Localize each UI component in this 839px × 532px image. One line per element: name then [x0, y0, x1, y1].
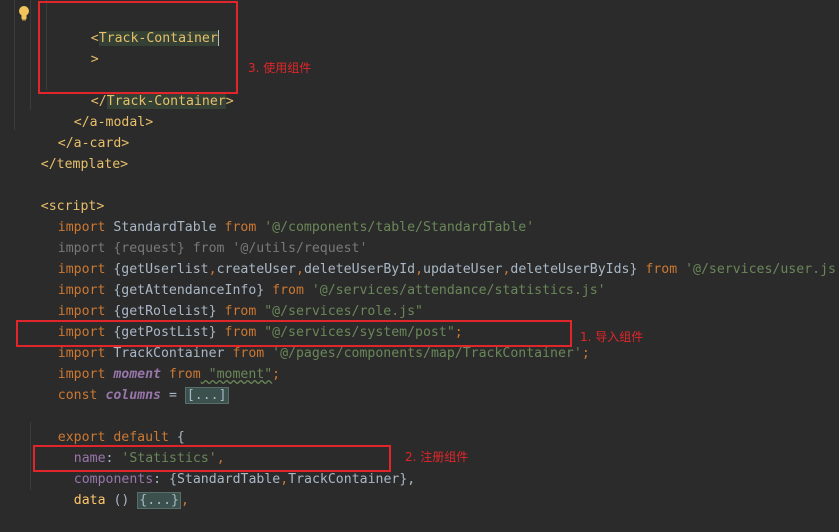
code-token: ,	[181, 493, 189, 508]
code-line: </template>	[9, 133, 128, 172]
code-token: ;	[581, 346, 590, 361]
code-line: const columns = [...]	[26, 364, 229, 404]
code-line: import {getRolelist} from "@/services/ro…	[26, 280, 423, 319]
code-editor[interactable]: <Track-Container > </Track-Container> </…	[0, 0, 839, 509]
annotation-register: 2. 注册组件	[405, 450, 469, 464]
code-token: </template>	[40, 157, 129, 172]
code-token: columns	[97, 388, 161, 403]
code-token: >	[225, 94, 234, 109]
indent-guide	[14, 0, 15, 130]
code-line: import StandardTable from '@/components/…	[26, 196, 534, 235]
code-token: '@/pages/components/map/TrackContainer'	[264, 346, 582, 361]
code-token: '@/services/user.js'	[677, 262, 839, 277]
code-token: ;	[272, 367, 281, 382]
code-token: =	[161, 388, 185, 403]
code-line: export default {	[26, 406, 185, 445]
code-line: import {getAttendanceInfo} from '@/servi…	[26, 259, 606, 298]
code-token: ,	[280, 472, 289, 487]
code-line: import {getUserlist,createUser,deleteUse…	[26, 238, 839, 277]
code-token: TrackContainer},	[288, 472, 416, 487]
code-line: data () {...},	[42, 469, 189, 509]
folded-region[interactable]: [...]	[184, 387, 229, 404]
annotation-box-register	[33, 445, 391, 472]
code-token: const	[57, 388, 98, 403]
annotation-use: 3. 使用组件	[248, 61, 312, 75]
lightbulb-icon[interactable]	[17, 5, 31, 21]
folded-region[interactable]: {...}	[137, 492, 181, 509]
code-token: data	[73, 493, 106, 508]
code-line: <script>	[9, 175, 105, 214]
annotation-import: 1. 导入组件	[580, 330, 644, 344]
code-line: </a-card>	[26, 112, 129, 151]
code-token: from	[637, 262, 678, 277]
code-line: import {request} from '@/utils/request'	[26, 217, 368, 256]
annotation-box-use	[38, 1, 238, 94]
code-line: import {getPostList} from "@/services/sy…	[26, 301, 463, 340]
code-token: ()	[105, 493, 138, 508]
annotation-box-import	[16, 320, 572, 347]
code-line: </a-modal>	[42, 91, 153, 130]
